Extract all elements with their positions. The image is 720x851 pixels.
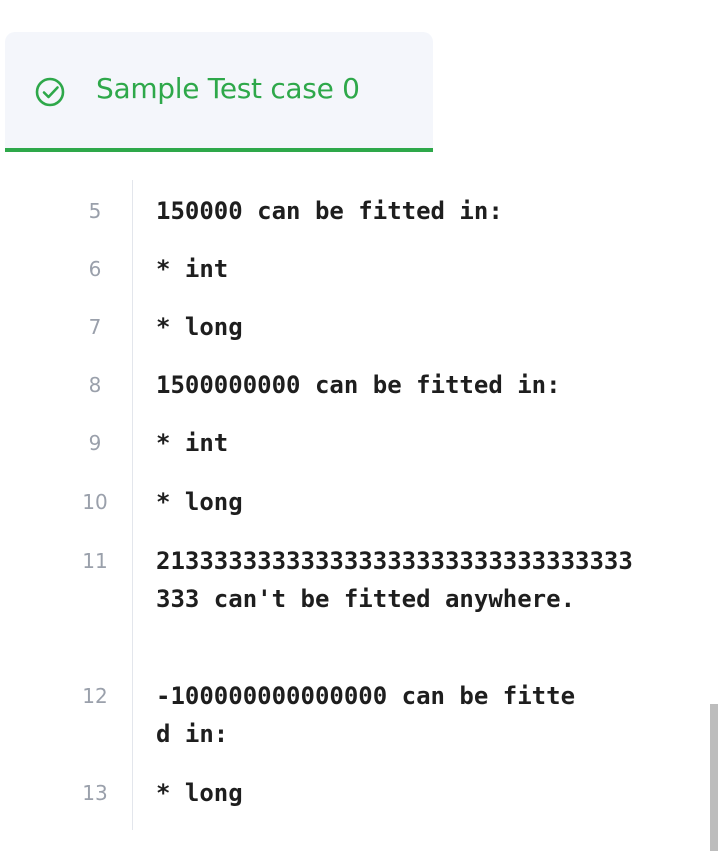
line-number: 12 [82, 684, 108, 708]
line-number: 8 [88, 373, 102, 397]
line-text: 1500000000 can be fitted in: [156, 371, 561, 399]
line-text: * long [156, 313, 243, 341]
line-number: 10 [82, 490, 108, 514]
line-number: 13 [82, 781, 108, 805]
line-number: 7 [88, 315, 102, 339]
tab-active-indicator [5, 148, 433, 152]
line-text: * long [156, 488, 243, 516]
line-text: -100000000000000 can be fitted in: [156, 682, 576, 748]
line-text: * long [156, 779, 243, 807]
check-circle-icon [35, 77, 65, 107]
line-text: 213333333333333333333333333333333333 can… [156, 547, 633, 613]
line-number: 5 [88, 199, 102, 223]
line-text: * int [156, 429, 229, 457]
line-number: 11 [82, 549, 108, 573]
line-number: 9 [88, 431, 102, 455]
scrollbar-thumb[interactable] [710, 704, 718, 851]
tab-title[interactable]: Sample Test case 0 [96, 72, 360, 105]
line-text: * int [156, 255, 229, 283]
line-text: 150000 can be fitted in: [156, 197, 503, 225]
line-number: 6 [88, 257, 102, 281]
gutter-divider [132, 180, 133, 830]
